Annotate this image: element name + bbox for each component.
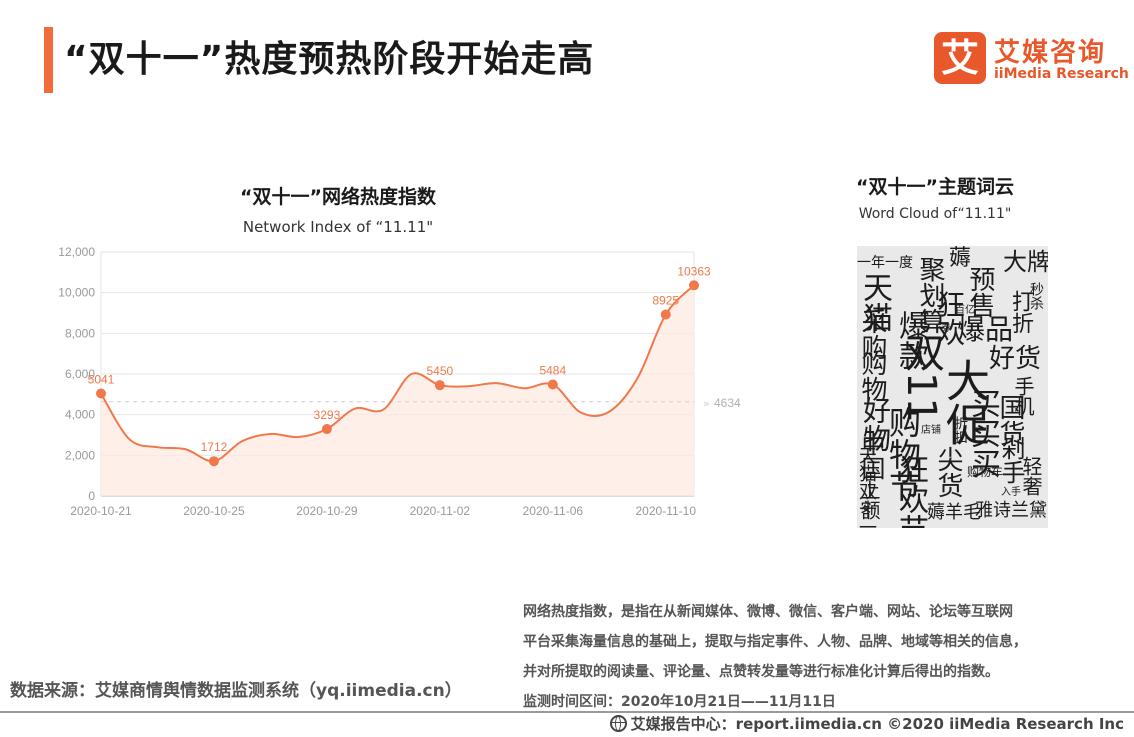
- wordcloud-word: 购物: [857, 350, 887, 402]
- data-label: 10363: [677, 264, 711, 278]
- y-tick-label: 2,000: [65, 448, 95, 462]
- index-definition-note: 网络热度指数，是指在从新闻媒体、微博、微信、客户端、网站、论坛等互联网 平台采集…: [523, 597, 1123, 717]
- wordcloud-word: 狂欢节: [893, 454, 928, 528]
- wordcloud-word: 薅羊毛: [927, 502, 981, 523]
- wordcloud-word: 大牌: [1003, 248, 1048, 276]
- wordcloud-word: 折扣: [952, 416, 968, 444]
- wordcloud-word: 一年一度: [857, 255, 913, 271]
- wordcloud-word: 尖货: [933, 446, 963, 498]
- y-tick-label: 8,000: [65, 326, 95, 340]
- y-tick-label: 4,000: [65, 408, 95, 422]
- wordcloud-word: 百亿: [955, 305, 975, 316]
- page-title: “双十一”热度预热阶段开始走高: [64, 39, 595, 80]
- wordcloud-word: 上额: [857, 480, 881, 520]
- data-label: 5484: [539, 363, 566, 377]
- data-point: [208, 456, 219, 467]
- data-label: 8925: [652, 294, 679, 308]
- note-line: 并对所提取的阅读量、评论量、点赞转发量等进行标准化计算后得出的指数。: [523, 664, 999, 680]
- title-accent-bar: [44, 27, 53, 93]
- logo-text-en: iiMedia Research: [994, 66, 1129, 82]
- note-line: 网络热度指数，是指在从新闻媒体、微博、微信、客户端、网站、论坛等互联网: [523, 604, 1013, 620]
- data-label: 5450: [427, 364, 454, 378]
- data-point: [689, 280, 699, 291]
- x-tick-label: 2020-10-29: [296, 504, 358, 518]
- wordcloud-word: 购物车: [967, 465, 1004, 479]
- data-point: [321, 424, 332, 435]
- logo-mark-icon: 艾: [934, 32, 986, 84]
- average-arrow-icon: »: [703, 397, 710, 410]
- wordcloud-word: 轻奢: [1019, 456, 1043, 496]
- iimedia-logo: 艾 艾媒咨询 iiMedia Research: [934, 32, 1129, 84]
- data-source: 数据来源：艾媒商情舆情数据监测系统（yq.iimedia.cn）: [10, 681, 462, 701]
- wordcloud-title: “双十一”主题词云: [856, 176, 1014, 198]
- wordcloud-word: 雅诗兰黛: [975, 500, 1047, 521]
- average-label: 4634: [714, 396, 741, 410]
- x-tick-label: 2020-10-25: [183, 504, 245, 518]
- data-point: [660, 309, 671, 320]
- x-tick-label: 2020-11-02: [410, 504, 471, 518]
- wordcloud-word: 爆品: [957, 313, 1014, 346]
- data-point: [434, 380, 445, 391]
- y-tick-label: 10,000: [58, 286, 95, 300]
- wordcloud-word: 好货: [989, 344, 1042, 374]
- footer: 艾媒报告中心：report.iimedia.cn ©2020 iiMedia R…: [609, 713, 1124, 734]
- globe-icon: [609, 715, 627, 732]
- data-label: 1712: [201, 440, 228, 454]
- x-tick-label: 2020-11-10: [636, 504, 697, 518]
- logo-text-cn: 艾媒咨询: [994, 38, 1107, 68]
- chart-subtitle: Network Index of “11.11": [242, 218, 434, 236]
- x-tick-label: 2020-11-06: [523, 504, 584, 518]
- network-index-line-chart: 02,0004,0006,0008,00010,00012,0002020-10…: [58, 245, 741, 518]
- footer-text: 艾媒报告中心：report.iimedia.cn ©2020 iiMedia R…: [630, 715, 1124, 733]
- y-tick-label: 0: [88, 489, 95, 503]
- data-point: [547, 379, 558, 390]
- y-tick-label: 12,000: [58, 245, 95, 259]
- data-label: 5041: [88, 372, 115, 386]
- wordcloud-word: 店铺: [921, 425, 941, 436]
- data-point: [96, 388, 106, 399]
- data-label: 3293: [314, 408, 341, 422]
- wordcloud-subtitle: Word Cloud of“11.11": [858, 206, 1012, 222]
- x-tick-label: 2020-10-21: [70, 504, 132, 518]
- chart-title: “双十一”网络热度指数: [240, 186, 436, 208]
- note-line: 平台采集海量信息的基础上，提取与指定事件、人物、品牌、地域等相关的信息，: [523, 634, 1027, 650]
- wordcloud-word: 入手: [1001, 487, 1021, 498]
- word-cloud: 一年一度薅大牌 天猫 聚划算 预售 秒杀 狂欢 打折 采购 爆款 爆品 百亿券好货 手机 购物 双11 大促…: [857, 246, 1048, 528]
